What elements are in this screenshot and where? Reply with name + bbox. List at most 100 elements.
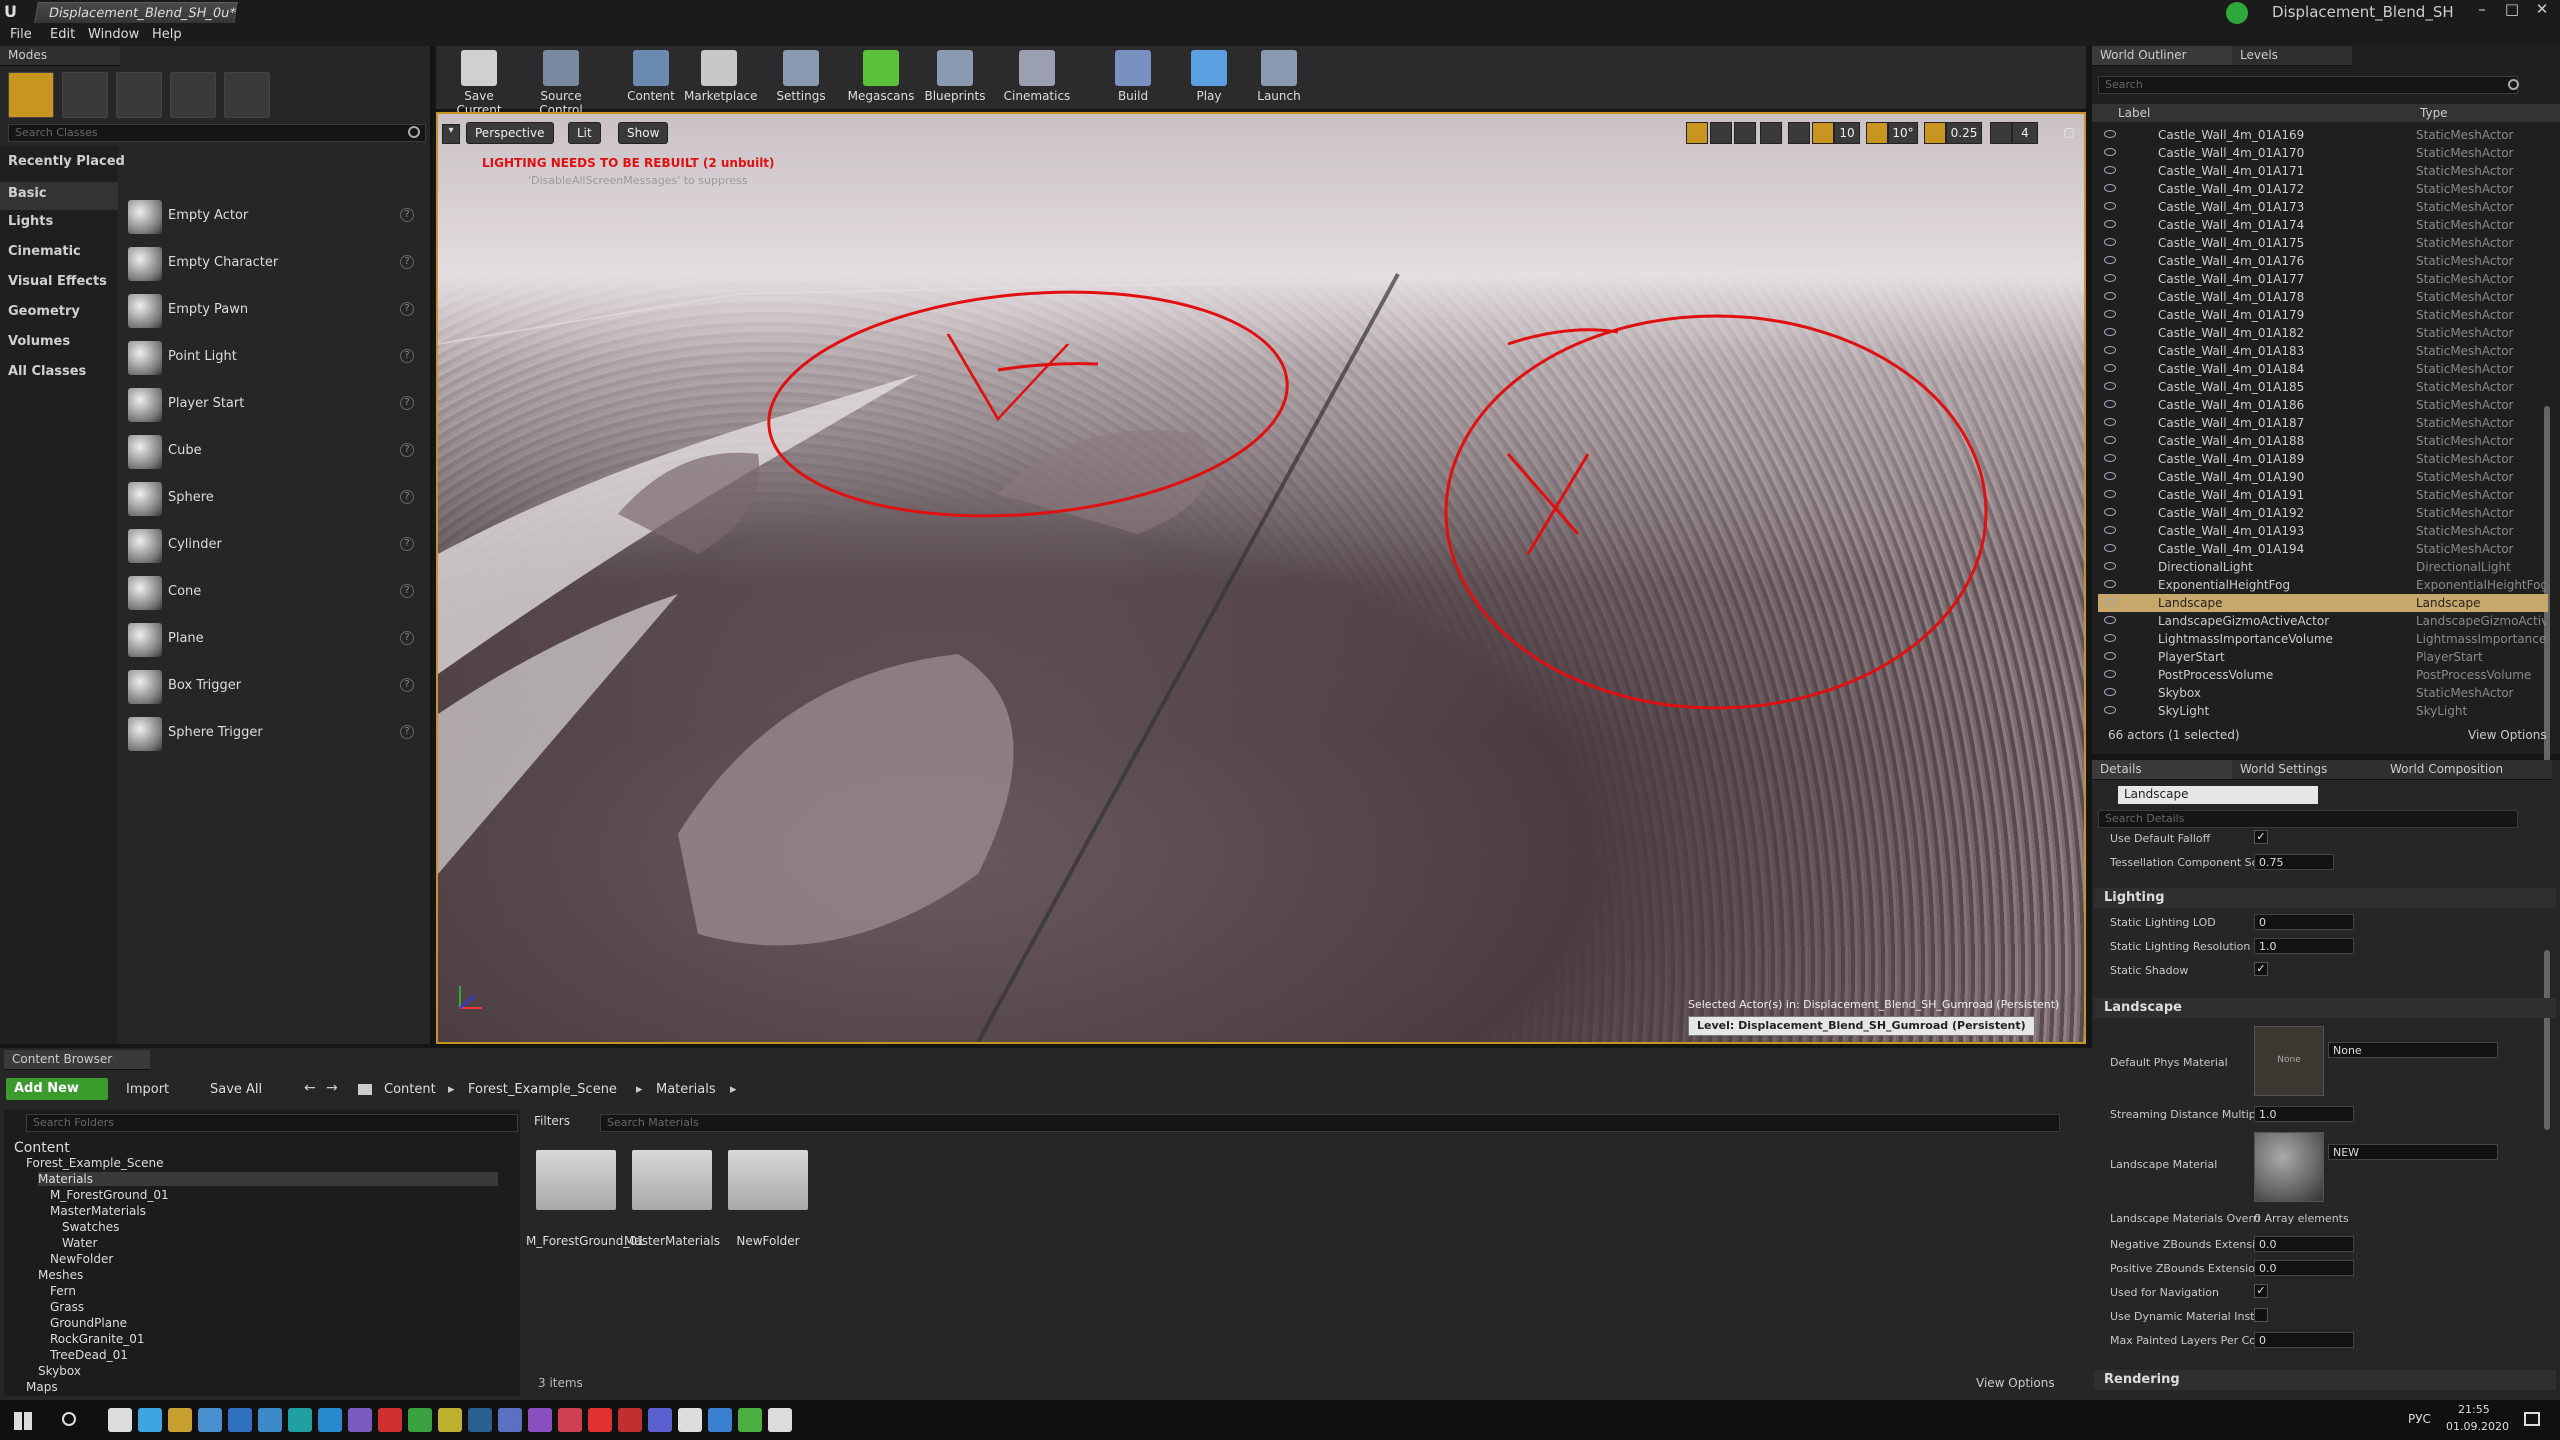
perspective-button[interactable]: Perspective bbox=[466, 122, 554, 144]
place-item[interactable]: Player Start? bbox=[120, 384, 420, 428]
marketplace-button[interactable]: Marketplace bbox=[684, 50, 758, 108]
folder-tree-item[interactable]: RockGranite_01 bbox=[50, 1332, 145, 1346]
place-item[interactable]: Sphere Trigger? bbox=[120, 713, 420, 757]
taskbar-app-icon[interactable] bbox=[228, 1408, 252, 1432]
help-icon[interactable]: ? bbox=[400, 490, 414, 504]
place-item[interactable]: Empty Character? bbox=[120, 243, 420, 287]
outliner-row[interactable]: Castle_Wall_4m_01A174 StaticMeshActor bbox=[2098, 216, 2548, 234]
visibility-eye-icon[interactable] bbox=[2104, 310, 2116, 318]
taskbar-search-icon[interactable] bbox=[62, 1412, 76, 1426]
search-materials-input[interactable]: Search Materials bbox=[600, 1114, 2060, 1132]
folder-tree-item[interactable]: Skybox bbox=[38, 1364, 81, 1378]
tessellation-input[interactable]: 0.75 bbox=[2254, 854, 2334, 870]
add-new-button[interactable]: Add New bbox=[6, 1078, 108, 1100]
visibility-eye-icon[interactable] bbox=[2104, 346, 2116, 354]
taskbar-app-icon[interactable] bbox=[768, 1408, 792, 1432]
taskbar-app-icon[interactable] bbox=[678, 1408, 702, 1432]
category-recently-placed[interactable]: Recently Placed bbox=[8, 154, 125, 182]
folder-tree-item[interactable]: NewFolder bbox=[50, 1252, 113, 1266]
positive-zbounds-input[interactable]: 0.0 bbox=[2254, 1260, 2354, 1276]
outliner-row[interactable]: Castle_Wall_4m_01A190 StaticMeshActor bbox=[2098, 468, 2548, 486]
visibility-eye-icon[interactable] bbox=[2104, 508, 2116, 516]
visibility-eye-icon[interactable] bbox=[2104, 238, 2116, 246]
visibility-eye-icon[interactable] bbox=[2104, 418, 2116, 426]
outliner-row[interactable]: Castle_Wall_4m_01A186 StaticMeshActor bbox=[2098, 396, 2548, 414]
streaming-distance-input[interactable]: 1.0 bbox=[2254, 1106, 2354, 1122]
help-icon[interactable]: ? bbox=[400, 396, 414, 410]
outliner-row[interactable]: DirectionalLight DirectionalLight bbox=[2098, 558, 2548, 576]
category-lights[interactable]: Lights bbox=[8, 214, 53, 242]
viewport-options-button[interactable]: ▾ bbox=[442, 124, 460, 144]
minimize-button[interactable]: – bbox=[2470, 0, 2494, 20]
outliner-row[interactable]: Castle_Wall_4m_01A182 StaticMeshActor bbox=[2098, 324, 2548, 342]
blueprints-button[interactable]: Blueprints bbox=[920, 50, 990, 108]
outliner-row[interactable]: Castle_Wall_4m_01A169 StaticMeshActor bbox=[2098, 126, 2548, 144]
taskbar-app-icon[interactable] bbox=[618, 1408, 642, 1432]
camera-speed-value[interactable]: 4 bbox=[2012, 122, 2038, 144]
used-for-navigation-checkbox[interactable]: ✓ bbox=[2254, 1284, 2268, 1298]
place-item[interactable]: Plane? bbox=[120, 619, 420, 663]
scale-snap-value[interactable]: 0.25 bbox=[1946, 122, 1982, 144]
details-tab[interactable]: Details bbox=[2092, 760, 2232, 780]
breadcrumb-materials[interactable]: Materials bbox=[656, 1082, 716, 1097]
category-visual-effects[interactable]: Visual Effects bbox=[8, 274, 107, 302]
outliner-row[interactable]: Castle_Wall_4m_01A191 StaticMeshActor bbox=[2098, 486, 2548, 504]
folder-tree-item[interactable]: Materials bbox=[38, 1172, 498, 1186]
outliner-row[interactable]: Castle_Wall_4m_01A185 StaticMeshActor bbox=[2098, 378, 2548, 396]
taskbar-app-icon[interactable] bbox=[438, 1408, 462, 1432]
import-button[interactable]: Import bbox=[126, 1082, 169, 1097]
grid-snap-icon[interactable] bbox=[1812, 122, 1834, 144]
phys-material-thumbnail[interactable]: None bbox=[2254, 1026, 2324, 1096]
visibility-eye-icon[interactable] bbox=[2104, 202, 2116, 210]
scale-snap-icon[interactable] bbox=[1924, 122, 1946, 144]
breadcrumb-forest[interactable]: Forest_Example_Scene bbox=[468, 1082, 617, 1097]
visibility-eye-icon[interactable] bbox=[2104, 184, 2116, 192]
outliner-row[interactable]: ExponentialHeightFog ExponentialHeightFog bbox=[2098, 576, 2548, 594]
help-icon[interactable]: ? bbox=[400, 443, 414, 457]
rotation-snap-value[interactable]: 10° bbox=[1888, 122, 1918, 144]
world-composition-tab[interactable]: World Composition bbox=[2382, 760, 2552, 780]
visibility-eye-icon[interactable] bbox=[2104, 652, 2116, 660]
search-folders-input[interactable]: Search Folders bbox=[26, 1114, 518, 1132]
visibility-eye-icon[interactable] bbox=[2104, 526, 2116, 534]
folder-mastermaterials[interactable] bbox=[632, 1150, 712, 1210]
level-viewport[interactable]: ▾ Perspective Lit Show LIGHTING NEEDS TO… bbox=[436, 112, 2086, 1044]
taskbar-app-icon[interactable] bbox=[708, 1408, 732, 1432]
visibility-eye-icon[interactable] bbox=[2104, 544, 2116, 552]
visibility-eye-icon[interactable] bbox=[2104, 688, 2116, 696]
outliner-row[interactable]: LightmassImportanceVolume LightmassImport… bbox=[2098, 630, 2548, 648]
visibility-eye-icon[interactable] bbox=[2104, 364, 2116, 372]
folder-tree-item[interactable]: Content bbox=[14, 1140, 70, 1156]
help-icon[interactable]: ? bbox=[400, 678, 414, 692]
visibility-eye-icon[interactable] bbox=[2104, 472, 2116, 480]
filters-button[interactable]: Filters bbox=[534, 1114, 570, 1128]
outliner-row[interactable]: Castle_Wall_4m_01A173 StaticMeshActor bbox=[2098, 198, 2548, 216]
save-all-button[interactable]: Save All bbox=[210, 1082, 262, 1097]
taskbar-app-icon[interactable] bbox=[198, 1408, 222, 1432]
visibility-eye-icon[interactable] bbox=[2104, 706, 2116, 714]
folder-tree-item[interactable]: TreeDead_01 bbox=[50, 1348, 128, 1362]
column-type[interactable]: Type bbox=[2420, 106, 2448, 120]
taskbar-app-icon[interactable] bbox=[558, 1408, 582, 1432]
scale-icon[interactable] bbox=[1734, 122, 1756, 144]
dynamic-material-checkbox[interactable] bbox=[2254, 1308, 2268, 1322]
outliner-row[interactable]: Castle_Wall_4m_01A189 StaticMeshActor bbox=[2098, 450, 2548, 468]
outliner-row[interactable]: Castle_Wall_4m_01A187 StaticMeshActor bbox=[2098, 414, 2548, 432]
help-icon[interactable]: ? bbox=[400, 631, 414, 645]
phys-material-dropdown[interactable]: None bbox=[2328, 1042, 2498, 1058]
notifications-icon[interactable] bbox=[2524, 1412, 2540, 1426]
rendering-section[interactable]: Rendering bbox=[2094, 1370, 2556, 1390]
help-icon[interactable]: ? bbox=[400, 255, 414, 269]
visibility-eye-icon[interactable] bbox=[2104, 382, 2116, 390]
visibility-eye-icon[interactable] bbox=[2104, 670, 2116, 678]
visibility-eye-icon[interactable] bbox=[2104, 220, 2116, 228]
rotate-icon[interactable] bbox=[1710, 122, 1732, 144]
visibility-eye-icon[interactable] bbox=[2104, 400, 2116, 408]
static-lighting-resolution-input[interactable]: 1.0 bbox=[2254, 938, 2354, 954]
visibility-eye-icon[interactable] bbox=[2104, 328, 2116, 336]
windows-start-icon[interactable] bbox=[14, 1412, 32, 1430]
category-volumes[interactable]: Volumes bbox=[8, 334, 70, 362]
world-local-icon[interactable] bbox=[1760, 122, 1782, 144]
negative-zbounds-input[interactable]: 0.0 bbox=[2254, 1236, 2354, 1252]
place-item[interactable]: Sphere? bbox=[120, 478, 420, 522]
